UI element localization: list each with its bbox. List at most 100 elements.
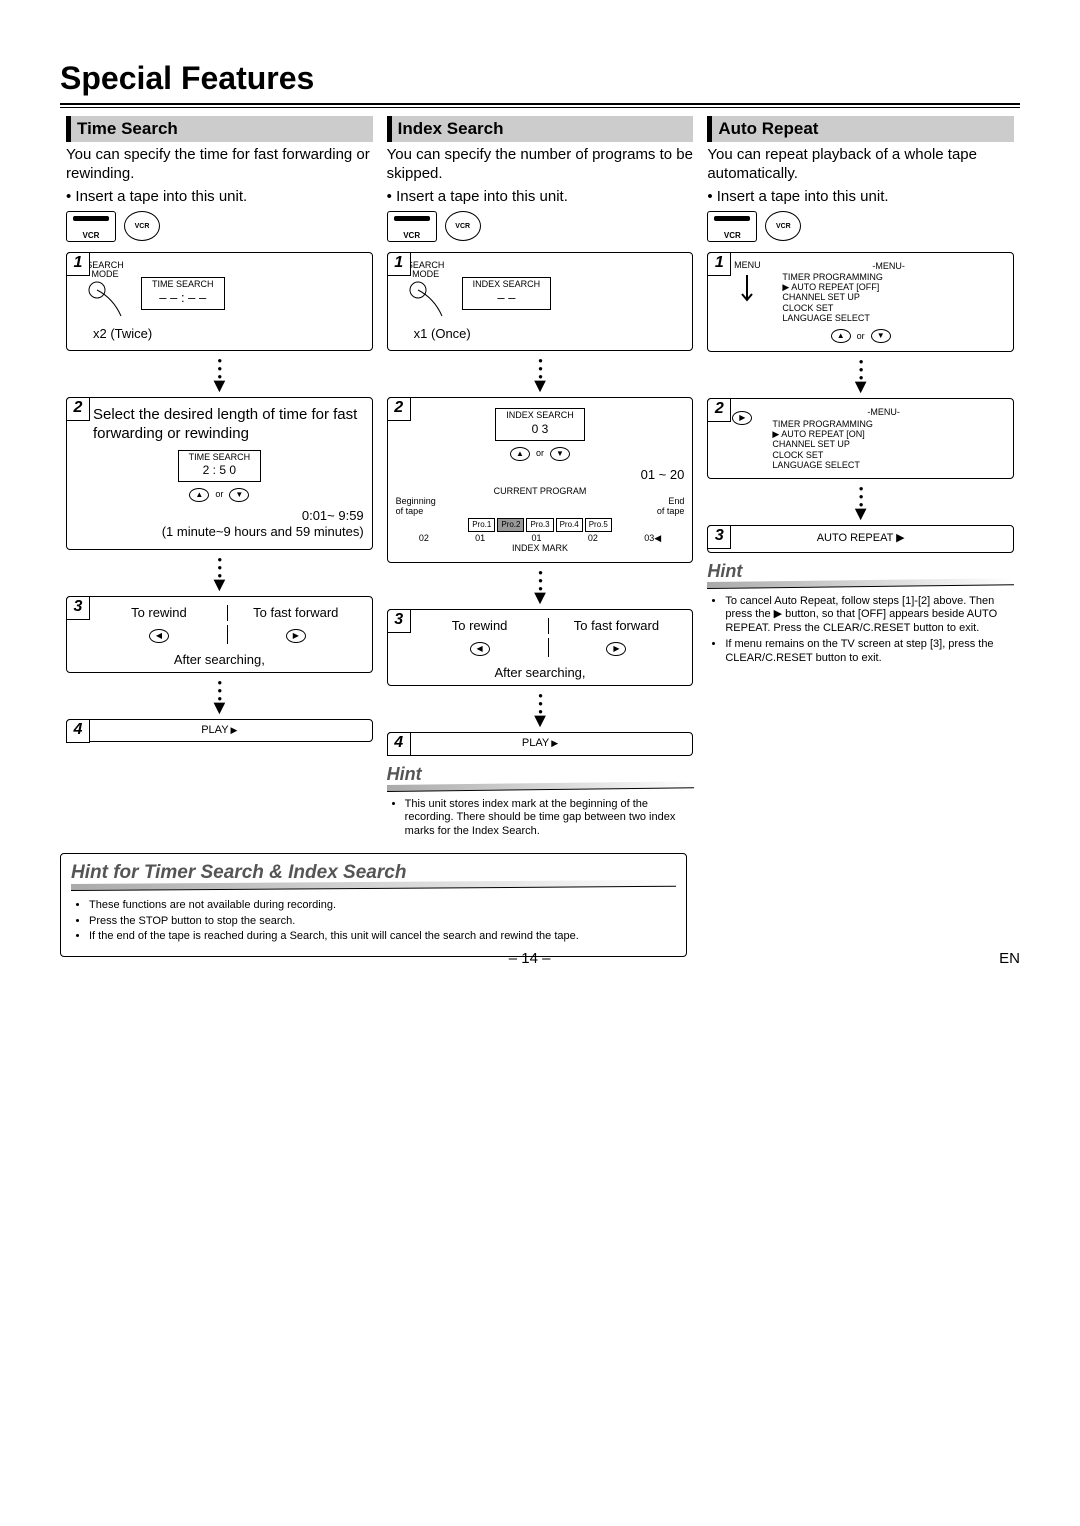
- hint-item: Press the STOP button to stop the search…: [89, 915, 672, 929]
- after-label: After searching,: [75, 652, 364, 668]
- range: 0:01~ 9:59: [302, 508, 364, 523]
- mark: 03◀: [644, 534, 661, 544]
- lcd-display: TIME SEARCH 2 : 5 0: [178, 450, 262, 482]
- hint-item: This unit stores index mark at the begin…: [405, 798, 690, 839]
- page-number: – 14 –: [509, 950, 551, 967]
- vcr-icon: VCR: [387, 211, 437, 242]
- step-number: 2: [387, 397, 411, 421]
- pro-cell: Pro.3: [526, 518, 553, 532]
- rule: [60, 107, 1020, 108]
- power-icon: VCR: [124, 211, 160, 241]
- hint-header: Hint: [707, 561, 1014, 591]
- finger-icon: [732, 270, 762, 310]
- lcd-label: INDEX SEARCH: [473, 279, 541, 289]
- step-number: 3: [707, 525, 731, 549]
- lcd-label: TIME SEARCH: [152, 279, 214, 289]
- arrow-down-icon: ●●●▼: [707, 485, 1014, 519]
- vcr-icon: VCR: [66, 211, 116, 242]
- rewind-button-icon: ◀: [149, 629, 169, 643]
- ffwd-button-icon: ▶: [286, 629, 306, 643]
- mode-label: SEARCH MODE: [85, 261, 125, 281]
- arrow-down-icon: ●●●▼: [707, 358, 1014, 392]
- step-number: 1: [387, 252, 411, 276]
- intro: You can specify the time for fast forwar…: [66, 146, 373, 184]
- or-label: or: [857, 332, 865, 342]
- menu-items: TIMER PROGRAMMING ▶ AUTO REPEAT [OFF] CH…: [782, 272, 1005, 324]
- lcd-value: 0 3: [532, 422, 549, 436]
- step-number: 3: [66, 596, 90, 620]
- mark: 02: [419, 534, 429, 544]
- down-button-icon: ▼: [871, 329, 891, 343]
- range: 01 ~ 20: [396, 467, 685, 483]
- play-label: PLAY: [201, 724, 237, 736]
- lcd-display: INDEX SEARCH – –: [462, 277, 552, 311]
- step-1: 1 SEARCH MODE TIME SEARCH – – : – – x2 (…: [66, 252, 373, 352]
- lcd-label: TIME SEARCH: [189, 452, 251, 462]
- step-3: 3 To rewind To fast forward ◀ ▶ After se…: [387, 609, 694, 686]
- index-mark-label: INDEX MARK: [396, 544, 685, 554]
- step-caption: x1 (Once): [414, 326, 685, 342]
- power-icon: VCR: [445, 211, 481, 241]
- icon-row: VCR VCR: [387, 211, 694, 242]
- menu-title: -MENU-: [762, 407, 1005, 418]
- col-auto-repeat: Auto Repeat You can repeat playback of a…: [701, 116, 1020, 843]
- rewind-label: To rewind: [91, 605, 227, 621]
- section-header: Index Search: [387, 116, 694, 142]
- up-button-icon: ▲: [831, 329, 851, 343]
- big-hint-body: These functions are not available during…: [71, 895, 676, 948]
- rule: [60, 103, 1020, 105]
- step-2: 2 INDEX SEARCH 0 3 ▲ or ▼ 01 ~ 20 CURREN…: [387, 397, 694, 563]
- menu-items: TIMER PROGRAMMING ▶ AUTO REPEAT [ON] CHA…: [772, 419, 1005, 471]
- ffwd-label: To fast forward: [548, 618, 685, 634]
- or-label: or: [536, 449, 544, 459]
- step-number: 1: [707, 252, 731, 276]
- or-label: or: [215, 490, 223, 500]
- lcd-display: INDEX SEARCH 0 3: [495, 408, 585, 440]
- finger-icon: [406, 280, 446, 320]
- section-header: Time Search: [66, 116, 373, 142]
- current-program-label: CURRENT PROGRAM: [396, 487, 685, 497]
- pro-cell: Pro.5: [585, 518, 612, 532]
- hint-header: Hint: [387, 764, 694, 794]
- up-button-icon: ▲: [189, 488, 209, 502]
- arrow-down-icon: ●●●▼: [66, 556, 373, 590]
- ffwd-button-icon: ▶: [606, 642, 626, 656]
- section-header: Auto Repeat: [707, 116, 1014, 142]
- icon-row: VCR VCR: [707, 211, 1014, 242]
- play-label: PLAY: [522, 737, 558, 749]
- intro: You can repeat playback of a whole tape …: [707, 146, 1014, 184]
- step-3: 3 To rewind To fast forward ◀ ▶ After se…: [66, 596, 373, 673]
- pro-cell: Pro.1: [468, 518, 495, 532]
- right-button-icon: ▶: [732, 411, 752, 425]
- lang-label: EN: [999, 950, 1020, 967]
- icon-row: VCR VCR: [66, 211, 373, 242]
- auto-repeat-label: AUTO REPEAT ▶: [716, 532, 1005, 545]
- lcd-display: TIME SEARCH – – : – –: [141, 277, 225, 311]
- arrow-down-icon: ●●●▼: [387, 569, 694, 603]
- ffwd-label: To fast forward: [227, 605, 364, 621]
- arrow-down-icon: ●●●▼: [387, 357, 694, 391]
- hint-body: This unit stores index mark at the begin…: [387, 794, 694, 843]
- arrow-down-icon: ●●●▼: [387, 692, 694, 726]
- menu-button-label: MENU: [732, 261, 762, 271]
- step-number: 3: [387, 609, 411, 633]
- hint-item: If the end of the tape is reached during…: [89, 930, 672, 944]
- step-4: 4 PLAY: [66, 719, 373, 742]
- step-1: 1 SEARCH MODE INDEX SEARCH – – x1 (Once): [387, 252, 694, 352]
- step-caption: x2 (Twice): [93, 326, 364, 342]
- insert-bullet: • Insert a tape into this unit.: [66, 188, 373, 205]
- range2: (1 minute~9 hours and 59 minutes): [162, 524, 364, 539]
- step-4: 4 PLAY: [387, 732, 694, 755]
- menu-title: -MENU-: [772, 261, 1005, 272]
- col-index-search: Index Search You can specify the number …: [381, 116, 700, 843]
- step-number: 2: [66, 397, 90, 421]
- tape-end-label: End of tape: [657, 497, 685, 517]
- step-number: 4: [387, 732, 411, 756]
- up-button-icon: ▲: [510, 447, 530, 461]
- footer: – 14 – EN: [60, 950, 1020, 967]
- rewind-label: To rewind: [412, 618, 548, 634]
- vcr-icon: VCR: [707, 211, 757, 242]
- columns: Time Search You can specify the time for…: [60, 116, 1020, 843]
- insert-bullet: • Insert a tape into this unit.: [707, 188, 1014, 205]
- lcd-value: 2 : 5 0: [203, 463, 236, 477]
